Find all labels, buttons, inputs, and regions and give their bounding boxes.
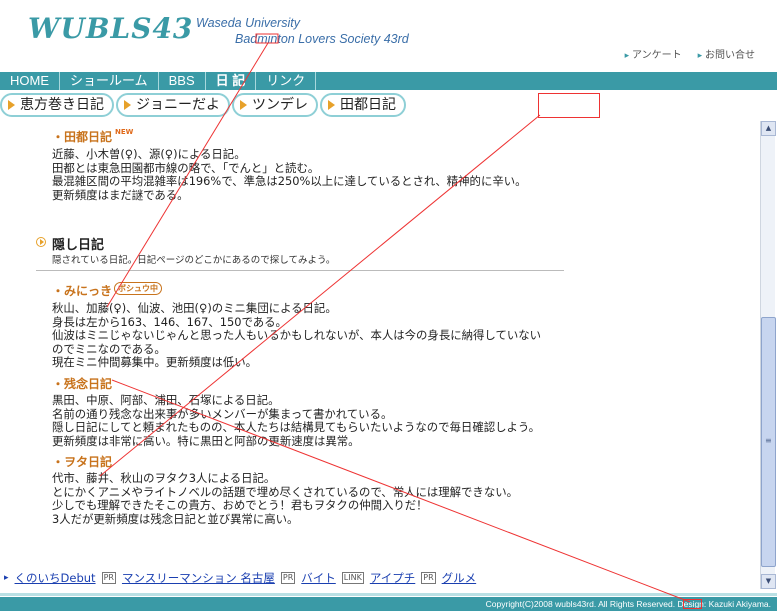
nav-showroom[interactable]: ショールーム [60, 72, 159, 90]
tab-label: ツンデレ [252, 97, 308, 113]
survey-link[interactable]: アンケート [625, 46, 682, 61]
site-subtitle-line1: Waseda University [196, 16, 300, 30]
secret-diary-title: 隠し日記 [52, 238, 105, 253]
arrow-icon: ▸ [4, 573, 9, 583]
otaku-description: 代市、藤井、秋山のヲタク3人による日記。 とにかくアニメやライトノベルの話題で埋… [52, 471, 518, 526]
hidden-link-highlight[interactable] [538, 93, 600, 118]
tab-ehoumaki[interactable]: 恵方巻き日記 [0, 93, 114, 117]
tab-label: 田都日記 [340, 97, 396, 113]
zannen-diary-title[interactable]: ・残念日記 [52, 375, 112, 392]
site-header: WUBLS43 Waseda University Badminton Love… [0, 0, 777, 72]
site-subtitle-line2: Badminton Lovers Society 43rd [235, 32, 409, 46]
tab-tato[interactable]: 田都日記 [320, 93, 406, 117]
tato-line: 更新頻度はまだ謎である。 [52, 187, 189, 202]
tato-line: 最混雑区間の平均混雑率は196%で、準急は250%以上に達しているとされ、精神的… [52, 174, 527, 189]
minikki-line: 秋山、加藤(♀)、仙波、池田(♀)のミニ集団による日記。 [52, 301, 337, 315]
new-badge: NEW [115, 128, 134, 136]
tato-line: 近藤、小木曽(♀)、源(♀)による日記。 [52, 147, 246, 161]
nav-diary[interactable]: 日 記 [206, 72, 257, 90]
zannen-line: 更新頻度は非常に高い。特に黒田と阿部の更新速度は異常。 [52, 433, 360, 448]
grip-icon: ≡ [765, 436, 772, 445]
play-icon [328, 100, 335, 110]
minikki-title-text: ・みにっき [52, 284, 113, 298]
zannen-line: 隠し日記にしてと頼まれたものの、本人たちは結構見てもらいたいようなので毎日確認し… [52, 420, 540, 435]
minikki-line: 仙波はミニじゃないじゃんと思った人もいるかもしれないが、本人は今の身長に納得して… [52, 328, 542, 343]
play-icon [124, 100, 131, 110]
zannen-line: 黒田、中原、阿部、浦田、石塚による日記。 [52, 393, 280, 407]
ad-link-baito[interactable]: バイト [301, 570, 336, 586]
tato-description: 近藤、小木曽(♀)、源(♀)による日記。 田都とは東急田園都市線の略で、「でんと… [52, 147, 527, 202]
link-tag: LINK [341, 572, 364, 584]
secret-diary-desc: 隠されている日記。日記ページのどこかにあるので探してみよう。 [52, 255, 336, 266]
otaku-diary-title[interactable]: ・ヲタ日記 [52, 453, 112, 470]
hidden-link-highlight-small[interactable] [683, 599, 702, 609]
header-links: アンケート お問い合せ [625, 46, 755, 61]
tato-line: 田都とは東急田園都市線の略で、「でんと」と読む。 [52, 160, 320, 175]
ad-link-eyepuchi[interactable]: アイプチ [370, 570, 415, 586]
minikki-diary-title[interactable]: ・みにっき ボシュウ中 [52, 282, 163, 299]
recruiting-badge: ボシュウ中 [114, 282, 163, 295]
minikki-line: のでミニなのである。 [52, 341, 166, 356]
nav-home[interactable]: HOME [0, 72, 60, 90]
tab-johnny[interactable]: ジョニーだよ [116, 93, 230, 117]
otaku-line: とにかくアニメやライトノベルの話題で埋め尽くされているので、常人には理解できない… [52, 484, 518, 499]
nav-bbs[interactable]: BBS [159, 72, 206, 90]
otaku-line: 代市、藤井、秋山のヲタク3人による日記。 [52, 471, 276, 485]
contact-link[interactable]: お問い合せ [698, 46, 755, 61]
vertical-scrollbar[interactable]: ▲ ≡ ▼ [760, 121, 776, 589]
otaku-line: 3人だが更新頻度は残念日記と並び異常に高い。 [52, 511, 299, 526]
copyright-bar: Copyright(C)2008 wubls43rd. All Rights R… [0, 597, 777, 611]
section-divider [36, 270, 564, 271]
ad-link-gourmet[interactable]: グルメ [442, 570, 477, 586]
tab-tsundere[interactable]: ツンデレ [232, 93, 318, 117]
play-icon [240, 100, 247, 110]
otaku-line: 少しでも理解できたそこの貴方、おめでとう！君もヲタクの仲間入りだ！ [52, 498, 428, 513]
tato-title-text: ・田都日記 [52, 130, 113, 144]
site-logo[interactable]: WUBLS43 [28, 12, 193, 45]
play-icon [8, 100, 15, 110]
scrollbar-thumb[interactable]: ≡ [761, 317, 776, 567]
nav-links[interactable]: リンク [256, 72, 317, 90]
zannen-line: 名前の通り残念な出来事が多いメンバーが集まって書かれている。 [52, 406, 393, 421]
minikki-line: 現在ミニ仲間募集中。更新頻度は低い。 [52, 355, 258, 370]
tab-label: 恵方巻き日記 [20, 97, 104, 113]
minikki-line: 身長は左から163、146、167、150である。 [52, 314, 287, 329]
ad-link-monthly-mansion[interactable]: マンスリーマンション 名古屋 [122, 570, 275, 586]
minikki-description: 秋山、加藤(♀)、仙波、池田(♀)のミニ集団による日記。 身長は左から163、1… [52, 301, 542, 370]
zannen-description: 黒田、中原、阿部、浦田、石塚による日記。 名前の通り残念な出来事が多いメンバーが… [52, 393, 540, 448]
tab-label: ジョニーだよ [136, 97, 220, 113]
pr-tag: PR [280, 572, 296, 584]
diary-content: ・田都日記 NEW 近藤、小木曽(♀)、源(♀)による日記。 田都とは東急田園都市… [0, 121, 760, 595]
footer-stripe [0, 593, 777, 596]
scroll-up-arrow-icon[interactable]: ▲ [761, 121, 776, 136]
pr-tag: PR [101, 572, 116, 584]
play-circle-icon [36, 237, 46, 247]
ad-links: ▸ くのいちDebut PR マンスリーマンション 名古屋 PR バイト LIN… [4, 570, 476, 586]
tato-diary-title[interactable]: ・田都日記 NEW [52, 128, 133, 145]
main-nav: HOME ショールーム BBS 日 記 リンク [0, 72, 777, 90]
diary-tabs: 恵方巻き日記 ジョニーだよ ツンデレ 田都日記 [0, 93, 406, 119]
pr-tag: PR [421, 572, 436, 584]
scroll-down-arrow-icon[interactable]: ▼ [761, 574, 776, 589]
ad-link-kunoichi[interactable]: くのいちDebut [15, 570, 96, 586]
